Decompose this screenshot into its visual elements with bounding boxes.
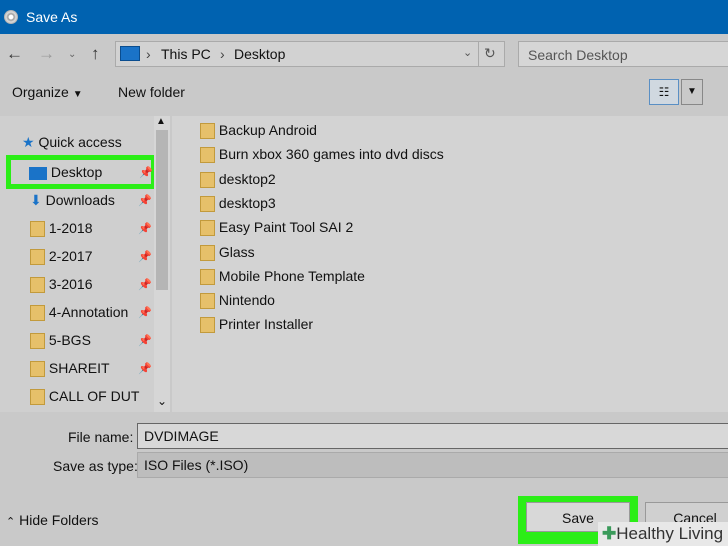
folder-icon [30,221,45,238]
star-icon: ★ [22,134,35,150]
scrollbar-thumb[interactable] [156,130,168,290]
save-as-type-label: Save as type: [53,458,138,474]
quick-access-label: Quick access [38,134,122,150]
pin-icon[interactable]: 📌 [138,306,152,319]
pin-icon[interactable]: 📌 [138,194,152,207]
forward-icon[interactable]: → [38,44,55,64]
file-name-input[interactable]: DVDIMAGE [137,423,728,449]
back-icon[interactable]: ← [6,44,23,64]
folder-icon [30,389,45,406]
pin-icon[interactable]: 📌 [138,250,152,263]
caret-down-icon: ▼ [72,89,83,100]
download-icon: ⬇ [30,192,42,208]
folder-icon [200,269,215,286]
breadcrumb-desktop[interactable]: Desktop [234,46,285,62]
refresh-icon[interactable]: ↻ [484,45,496,62]
folder-icon [200,245,215,262]
scroll-down-icon[interactable]: ⌄ [157,394,167,408]
breadcrumb-this-pc[interactable]: This PC [161,46,211,62]
folder-icon [30,333,45,350]
folder-icon [200,293,215,310]
sidebar-item-label: 4-Annotation [48,304,129,320]
sidebar-item-label: SHAREIT [48,360,110,376]
file-name-label: File name: [68,429,134,445]
list-item-label: Glass [218,244,255,260]
folder-icon [200,123,215,140]
recent-dropdown-icon[interactable]: ⌄ [68,49,76,60]
navigation-pane: ★ Quick access Desktop 📌 ⬇ Downloads 📌 1-2… [0,116,170,412]
hide-folders-label: Hide Folders [19,512,99,528]
disc-icon [4,10,18,24]
sidebar-item-label: Desktop [50,164,103,180]
sidebar-item-label: 3-2016 [48,276,93,292]
sidebar-item-label: 5-BGS [48,332,91,348]
sidebar-item-desktop[interactable]: Desktop 📌 [6,155,156,189]
list-item[interactable]: Glass [200,244,255,266]
list-item[interactable]: Easy Paint Tool SAI 2 [200,219,353,241]
list-item-label: Mobile Phone Template [218,268,365,284]
pin-icon[interactable]: 📌 [138,278,152,291]
breadcrumb-separator: › [146,46,151,62]
folder-icon [200,220,215,237]
sidebar-item-folder[interactable]: CALL OF DUT [30,388,150,412]
list-item[interactable]: Printer Installer [200,316,313,338]
list-item-label: Nintendo [218,292,275,308]
hide-folders-button[interactable]: ⌃ Hide Folders [6,512,98,528]
divider [478,42,479,66]
folder-icon [200,317,215,334]
save-as-type-select[interactable]: ISO Files (*.ISO) [137,452,728,478]
pin-icon[interactable]: 📌 [138,362,152,375]
breadcrumb-separator: › [220,46,225,62]
folder-icon [200,172,215,189]
search-input[interactable]: Search Desktop [518,41,728,67]
list-item[interactable]: Mobile Phone Template [200,268,365,290]
list-item-label: Easy Paint Tool SAI 2 [218,219,354,235]
folder-icon [200,196,215,213]
list-item[interactable]: desktop2 [200,171,276,193]
pin-icon[interactable]: 📌 [138,222,152,235]
address-bar[interactable]: › This PC › Desktop ⌄ ↻ [115,41,505,67]
folder-icon [30,361,45,378]
pc-icon [120,46,140,61]
up-icon[interactable]: ↑ [91,44,100,64]
view-options-icon[interactable]: ☷ [649,79,679,105]
organize-label: Organize [12,84,69,100]
pin-icon[interactable]: 📌 [138,334,152,347]
watermark: ✚Healthy Living [598,522,728,546]
pin-icon[interactable]: 📌 [139,166,153,179]
list-item[interactable]: Burn xbox 360 games into dvd discs [200,146,444,168]
chevron-down-icon[interactable]: ⌄ [463,46,472,59]
sidebar-item-label: Downloads [45,192,115,208]
folder-icon [30,277,45,294]
sidebar-item-label: 1-2018 [48,220,93,236]
list-item-label: desktop2 [218,171,276,187]
view-dropdown-icon[interactable]: ▼ [681,79,703,105]
folder-icon [30,249,45,266]
title-bar: Save As [0,0,728,34]
chevron-up-icon: ⌃ [6,516,16,528]
watermark-text: Healthy Living [616,524,724,543]
folder-icon [200,147,215,164]
desktop-icon [29,166,47,180]
file-list: Backup Android Burn xbox 360 games into … [172,116,728,412]
scroll-up-icon[interactable]: ▲ [156,116,166,127]
list-item[interactable]: desktop3 [200,195,276,217]
list-item[interactable]: Nintendo [200,292,275,314]
list-item[interactable]: Backup Android [200,122,317,144]
sidebar-item-label: CALL OF DUT [48,388,140,404]
window-title: Save As [26,9,78,25]
organize-button[interactable]: Organize ▼ [12,84,83,100]
list-item-label: Burn xbox 360 games into dvd discs [218,146,444,162]
plus-icon: ✚ [602,524,617,543]
sidebar-item-label: 2-2017 [48,248,93,264]
list-item-label: Backup Android [218,122,317,138]
folder-icon [30,305,45,322]
new-folder-button[interactable]: New folder [118,84,185,100]
list-item-label: Printer Installer [218,316,314,332]
list-item-label: desktop3 [218,195,276,211]
